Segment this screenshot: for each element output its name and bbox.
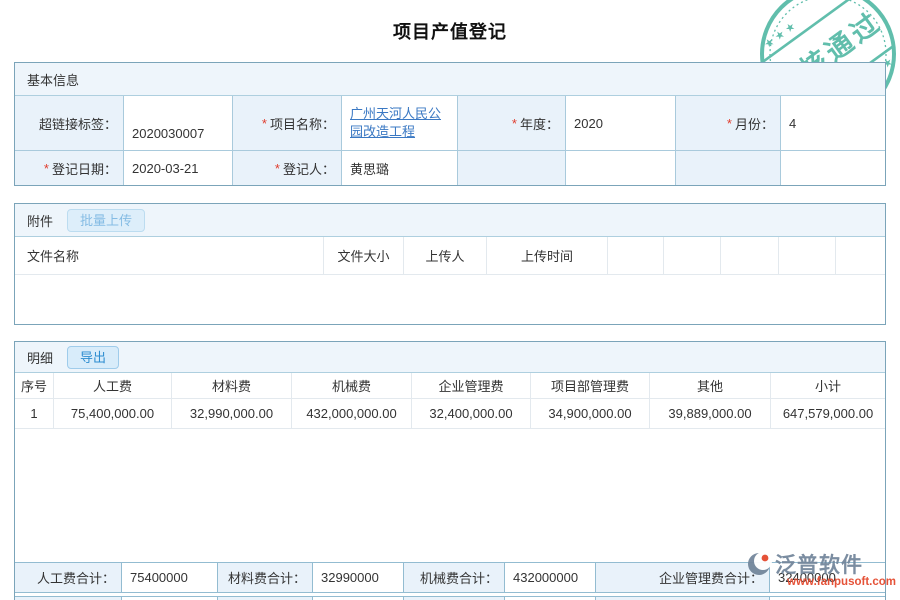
col-upload-time: 上传时间 — [487, 237, 608, 275]
year-value: 2020 — [566, 96, 676, 150]
basic-info-table: 超链接标签： 2020030007 * 项目名称： 广州天河人民公园改造工程 *… — [15, 96, 885, 185]
totals-row-clipped — [15, 596, 885, 600]
empty-label-cell — [676, 150, 781, 185]
col-empty — [608, 237, 664, 275]
register-date-value: 2020-03-21 — [124, 150, 233, 185]
vendor-logo-icon — [746, 551, 772, 577]
hyperlink-tag-value: 2020030007 — [124, 96, 233, 150]
attachments-header: 附件 批量上传 — [15, 204, 885, 237]
details-table-row: 1 75,400,000.00 32,990,000.00 432,000,00… — [15, 399, 885, 429]
cell-machinery-cost: 432,000,000.00 — [292, 399, 412, 429]
enterprise-mgmt-total-label: 企业管理费合计： — [596, 563, 770, 592]
material-total-label: 材料费合计： — [218, 563, 313, 592]
registrant-label: * 登记人： — [233, 150, 342, 185]
cell-seq: 1 — [15, 399, 54, 429]
required-asterisk: * — [44, 161, 49, 176]
cell-project-dept-mgmt-fee: 34,900,000.00 — [531, 399, 650, 429]
col-uploader: 上传人 — [404, 237, 487, 275]
attachments-empty-body — [15, 275, 885, 324]
project-name-link[interactable]: 广州天河人民公园改造工程 — [350, 105, 453, 141]
labor-total-value: 75400000 — [122, 563, 218, 592]
vendor-url: www.fanpusoft.com — [746, 576, 896, 588]
year-label: * 年度： — [458, 96, 566, 150]
machinery-total-label: 机械费合计： — [404, 563, 505, 592]
details-title: 明细 — [27, 348, 53, 367]
required-asterisk: * — [262, 116, 267, 131]
details-table-header: 序号 人工费 材料费 机械费 企业管理费 项目部管理费 其他 小计 — [15, 373, 885, 399]
col-empty — [721, 237, 779, 275]
required-asterisk: * — [275, 161, 280, 176]
machinery-total-value: 432000000 — [505, 563, 596, 592]
export-button[interactable]: 导出 — [67, 346, 119, 369]
col-seq: 序号 — [15, 373, 54, 399]
details-header: 明细 导出 — [15, 342, 885, 373]
attachments-table-header: 文件名称 文件大小 上传人 上传时间 — [15, 237, 885, 275]
project-name-label: * 项目名称： — [233, 96, 342, 150]
cell-enterprise-mgmt-fee: 32,400,000.00 — [412, 399, 531, 429]
cell-other: 39,889,000.00 — [650, 399, 771, 429]
col-machinery-cost: 机械费 — [292, 373, 412, 399]
empty-label-cell — [458, 150, 566, 185]
col-enterprise-mgmt-fee: 企业管理费 — [412, 373, 531, 399]
basic-info-panel: 基本信息 超链接标签： 2020030007 * 项目名称： 广州天河人民公园改… — [14, 62, 886, 186]
month-value: 4 — [781, 96, 885, 150]
col-empty — [836, 237, 885, 275]
col-subtotal: 小计 — [771, 373, 885, 399]
col-labor-cost: 人工费 — [54, 373, 172, 399]
labor-total-label: 人工费合计： — [15, 563, 122, 592]
required-asterisk: * — [512, 116, 517, 131]
page: 项目产值登记 ★ ★ ★ ★ ★ ★ 审核通过 基本信息 超链接标签： 2020… — [0, 0, 900, 600]
register-date-label: * 登记日期： — [15, 150, 124, 185]
material-total-value: 32990000 — [313, 563, 404, 592]
empty-value-cell — [781, 150, 885, 185]
col-empty — [779, 237, 836, 275]
vendor-brand: 泛普软件 — [775, 549, 863, 579]
attachments-title: 附件 — [27, 211, 53, 230]
col-project-dept-mgmt-fee: 项目部管理费 — [531, 373, 650, 399]
project-name-value: 广州天河人民公园改造工程 — [342, 96, 458, 150]
col-file-size: 文件大小 — [324, 237, 404, 275]
hyperlink-tag-label: 超链接标签： — [15, 96, 124, 150]
cell-subtotal: 647,579,000.00 — [771, 399, 885, 429]
cell-labor-cost: 75,400,000.00 — [54, 399, 172, 429]
month-label: * 月份： — [676, 96, 781, 150]
basic-info-header: 基本信息 — [15, 63, 885, 96]
col-material-cost: 材料费 — [172, 373, 292, 399]
page-title: 项目产值登记 — [0, 18, 900, 44]
basic-info-title: 基本信息 — [27, 70, 79, 89]
registrant-value: 黄思璐 — [342, 150, 458, 185]
empty-value-cell — [566, 150, 676, 185]
cell-material-cost: 32,990,000.00 — [172, 399, 292, 429]
batch-upload-button[interactable]: 批量上传 — [67, 209, 145, 232]
attachments-panel: 附件 批量上传 文件名称 文件大小 上传人 上传时间 — [14, 203, 886, 325]
vendor-watermark: 泛普软件 www.fanpusoft.com — [746, 549, 896, 588]
col-other: 其他 — [650, 373, 771, 399]
required-asterisk: * — [727, 116, 732, 131]
col-file-name: 文件名称 — [15, 237, 324, 275]
col-empty — [664, 237, 721, 275]
